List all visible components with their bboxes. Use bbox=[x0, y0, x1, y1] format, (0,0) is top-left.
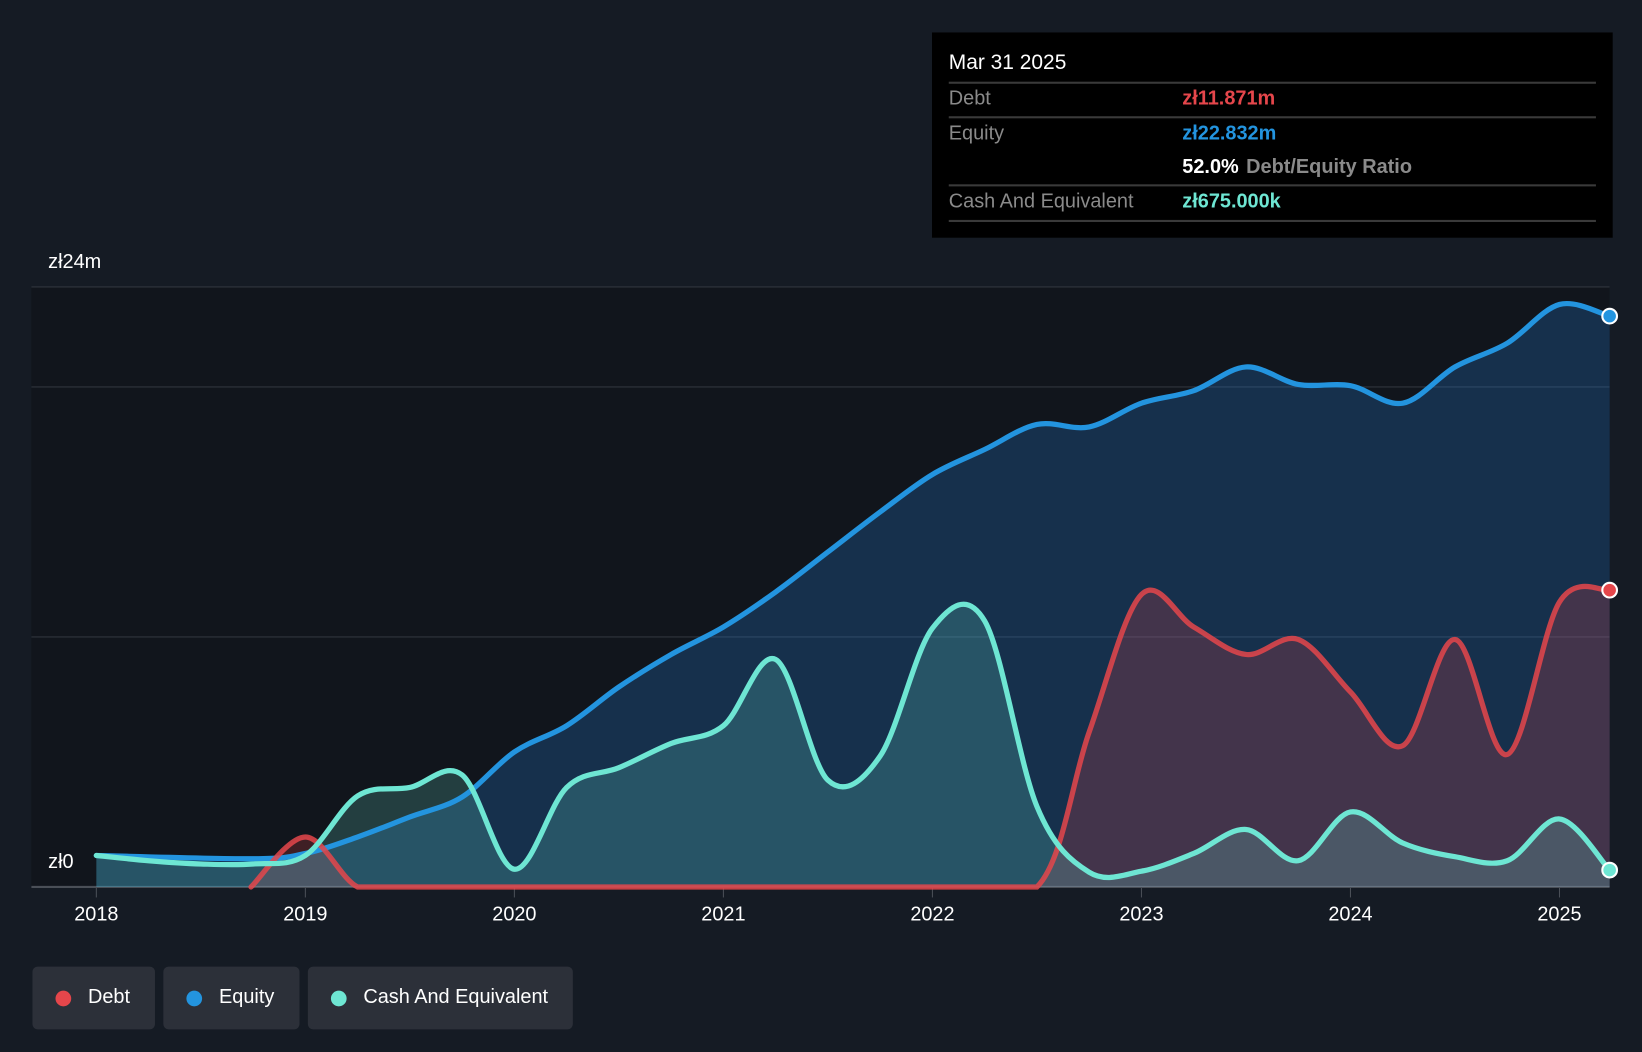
tooltip-cash-label: Cash And Equivalent bbox=[948, 190, 1134, 213]
x-tick-label: 2022 bbox=[910, 903, 954, 925]
tooltip-date: Mar 31 2025 bbox=[948, 51, 1067, 75]
legend-item-equity[interactable]: Equity bbox=[163, 966, 300, 1030]
tooltip-ratio-value: 52.0% bbox=[1182, 156, 1239, 179]
x-tick-label: 2024 bbox=[1328, 903, 1372, 925]
x-tick-label: 2025 bbox=[1537, 903, 1581, 925]
tooltip-equity-value: zł22.832m bbox=[1182, 122, 1277, 145]
legend-label: Cash And Equivalent bbox=[363, 986, 549, 1009]
tooltip-debt-value: zł11.871m bbox=[1182, 87, 1276, 110]
legend-label: Equity bbox=[219, 986, 275, 1009]
x-tick-label: 2018 bbox=[74, 903, 118, 925]
tooltip-equity-row: Equity zł22.832m 52.0% Debt/Equity Ratio bbox=[948, 116, 1596, 185]
y-tick-label-zero: zł0 bbox=[48, 851, 74, 874]
legend-label: Debt bbox=[87, 986, 131, 1009]
tooltip-equity-label: Equity bbox=[948, 122, 1005, 145]
tooltip-divider bbox=[948, 219, 1596, 223]
legend-item-cash[interactable]: Cash And Equivalent bbox=[307, 966, 574, 1030]
tooltip-debt-label: Debt bbox=[948, 87, 991, 110]
cash-dot-icon bbox=[330, 990, 347, 1006]
x-tick-label: 2021 bbox=[701, 903, 745, 925]
x-tick-label: 2023 bbox=[1119, 903, 1163, 925]
chart-container: 2018 2019 2020 2021 2022 2023 2024 2025 zł24m z… bbox=[0, 0, 1642, 1052]
series-end-point bbox=[1601, 581, 1619, 599]
y-tick-label-top: zł24m bbox=[48, 251, 102, 274]
tooltip-cash-row: Cash And Equivalent zł675.000k bbox=[948, 184, 1596, 220]
tooltip-cash-value: zł675.000k bbox=[1182, 190, 1281, 213]
legend-item-debt[interactable]: Debt bbox=[32, 966, 156, 1030]
debt-dot-icon bbox=[55, 990, 72, 1006]
tooltip-debt-row: Debt zł11.871m bbox=[948, 81, 1596, 118]
x-tick-label: 2019 bbox=[283, 903, 327, 925]
tooltip-ratio-label: Debt/Equity Ratio bbox=[1246, 156, 1412, 179]
tooltip: Mar 31 2025 Debt zł11.871m Equity zł22.8… bbox=[932, 32, 1613, 238]
series-end-point bbox=[1601, 307, 1619, 325]
legend: Debt Equity Cash And Equivalent bbox=[32, 966, 574, 1030]
x-tick-label: 2020 bbox=[492, 903, 536, 925]
series-end-point bbox=[1601, 861, 1619, 879]
equity-dot-icon bbox=[186, 990, 203, 1006]
